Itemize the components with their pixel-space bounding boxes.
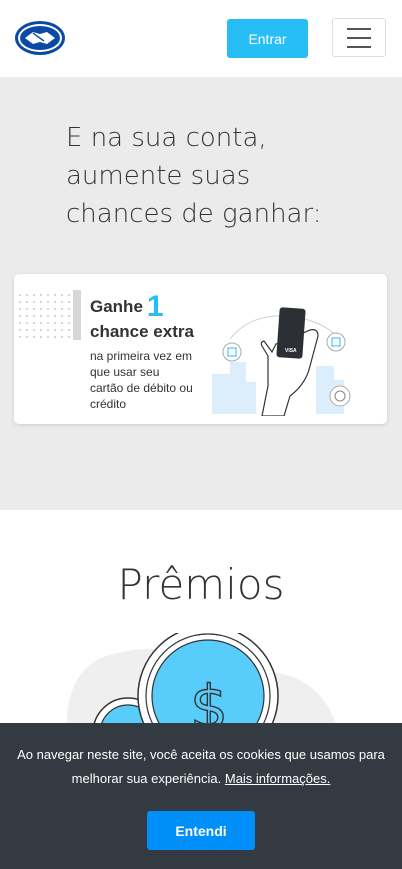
promo-description: na primeira vez em que usar seu cartão d…	[90, 348, 220, 412]
hamburger-menu-icon	[347, 27, 371, 30]
hero-title-line: chances de ganhar:	[66, 199, 322, 229]
hero-title: E na sua conta, aumente suas chances de …	[66, 119, 366, 233]
hero-title-line: E na sua conta,	[66, 123, 267, 153]
dot-pattern-decoration	[19, 294, 70, 338]
visa-logo: VISA	[285, 348, 297, 354]
promo-desc-line: que usar seu	[90, 365, 160, 379]
more-info-link[interactable]: Mais informações.	[225, 771, 330, 786]
promo-desc-line: crédito	[90, 397, 127, 411]
promo-subline: chance extra	[90, 322, 194, 341]
promo-headline-text: Ganhe	[90, 297, 143, 316]
promo-desc-line: na primeira vez em	[90, 349, 193, 363]
card-graphic: VISA	[276, 307, 306, 359]
promo-desc-line: cartão de débito ou	[90, 381, 193, 395]
hero-title-line: aumente suas	[66, 161, 251, 191]
hamburger-menu-button[interactable]	[332, 18, 386, 57]
promo-number: 1	[146, 290, 164, 323]
header: Entrar	[0, 0, 402, 77]
mercado-pago-logo[interactable]	[14, 20, 66, 56]
hand-holding-card-illustration: VISA	[212, 307, 351, 416]
hero-section: E na sua conta, aumente suas chances de …	[0, 77, 402, 510]
accent-bar	[73, 290, 81, 340]
enter-button[interactable]: Entrar	[227, 19, 308, 58]
promo-headline: Ganhe 1	[90, 292, 164, 322]
cookie-banner: Ao navegar neste site, você aceita os co…	[0, 723, 402, 869]
hamburger-line	[347, 36, 371, 39]
extra-chance-card: Ganhe 1 chance extra na primeira vez em q…	[14, 274, 387, 424]
cookie-message: Ao navegar neste site, você aceita os co…	[12, 743, 390, 791]
accept-cookies-button[interactable]: Entendi	[147, 811, 255, 850]
prizes-title: Prêmios	[117, 560, 285, 609]
hamburger-line	[347, 45, 371, 48]
